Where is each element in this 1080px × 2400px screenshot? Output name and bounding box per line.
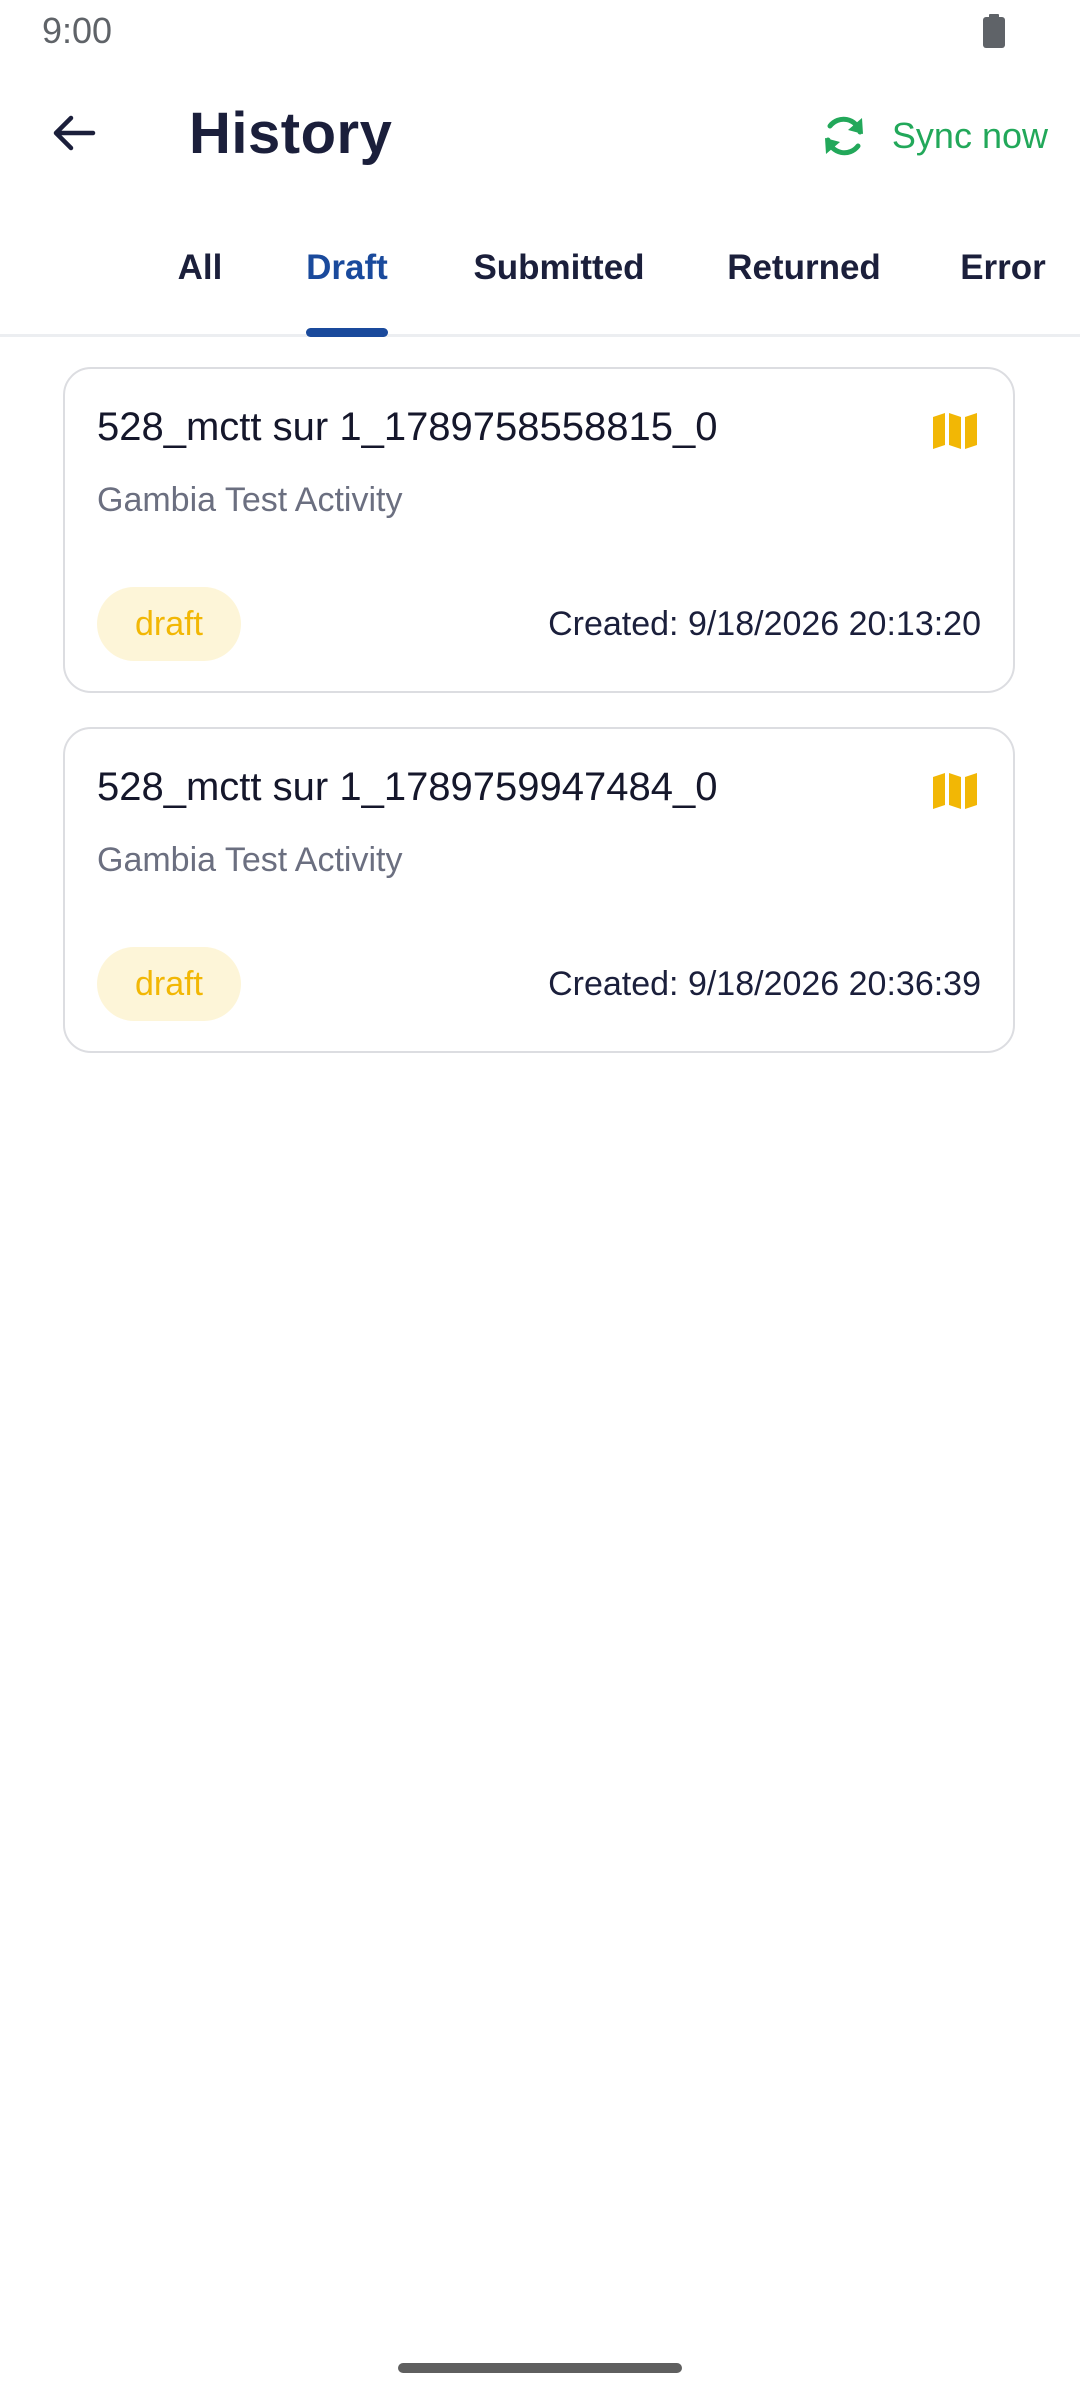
sync-now-button[interactable]: Sync now — [818, 106, 1048, 166]
battery-icon — [983, 14, 1005, 48]
status-tabs: All Draft Submitted Returned Error — [0, 232, 1080, 337]
tab-label: Draft — [306, 248, 388, 287]
status-bar: 9:00 — [0, 0, 1080, 64]
sync-now-label: Sync now — [891, 115, 1048, 156]
active-tab-indicator — [306, 328, 388, 337]
record-activity: Gambia Test Activity — [97, 841, 403, 879]
refresh-icon — [824, 116, 863, 156]
history-screen: 9:00 History Sync now All Draft Submitte… — [0, 0, 1080, 2400]
record-created: Created: 9/18/2026 20:13:20 — [548, 605, 981, 643]
tab-label: Submitted — [473, 248, 645, 287]
app-bar: History Sync now — [0, 64, 1080, 204]
record-card[interactable]: 528_mctt sur 1_1789758558815_0 Gambia Te… — [63, 367, 1015, 693]
record-activity: Gambia Test Activity — [97, 481, 403, 519]
status-badge: draft — [97, 587, 241, 661]
back-button[interactable] — [30, 98, 118, 168]
record-title: 528_mctt sur 1_1789759947484_0 — [97, 765, 718, 809]
tab-label: Returned — [727, 248, 881, 287]
tab-label: All — [177, 248, 223, 287]
home-indicator[interactable] — [398, 2363, 682, 2373]
status-time: 9:00 — [42, 10, 113, 51]
arrow-left-icon — [53, 115, 96, 151]
map-icon — [933, 413, 977, 449]
status-badge: draft — [97, 947, 241, 1021]
page-title: History — [189, 101, 393, 166]
record-card[interactable]: 528_mctt sur 1_1789759947484_0 Gambia Te… — [63, 727, 1015, 1053]
record-title: 528_mctt sur 1_1789758558815_0 — [97, 405, 718, 449]
tab-draft[interactable]: Draft — [306, 232, 388, 337]
tab-submitted[interactable]: Submitted — [468, 232, 650, 334]
record-created: Created: 9/18/2026 20:36:39 — [548, 965, 981, 1003]
map-icon — [933, 773, 977, 809]
tab-returned[interactable]: Returned — [724, 232, 884, 334]
tab-all[interactable]: All — [168, 232, 232, 334]
tab-error[interactable]: Error — [958, 232, 1048, 334]
tab-label: Error — [960, 248, 1046, 287]
